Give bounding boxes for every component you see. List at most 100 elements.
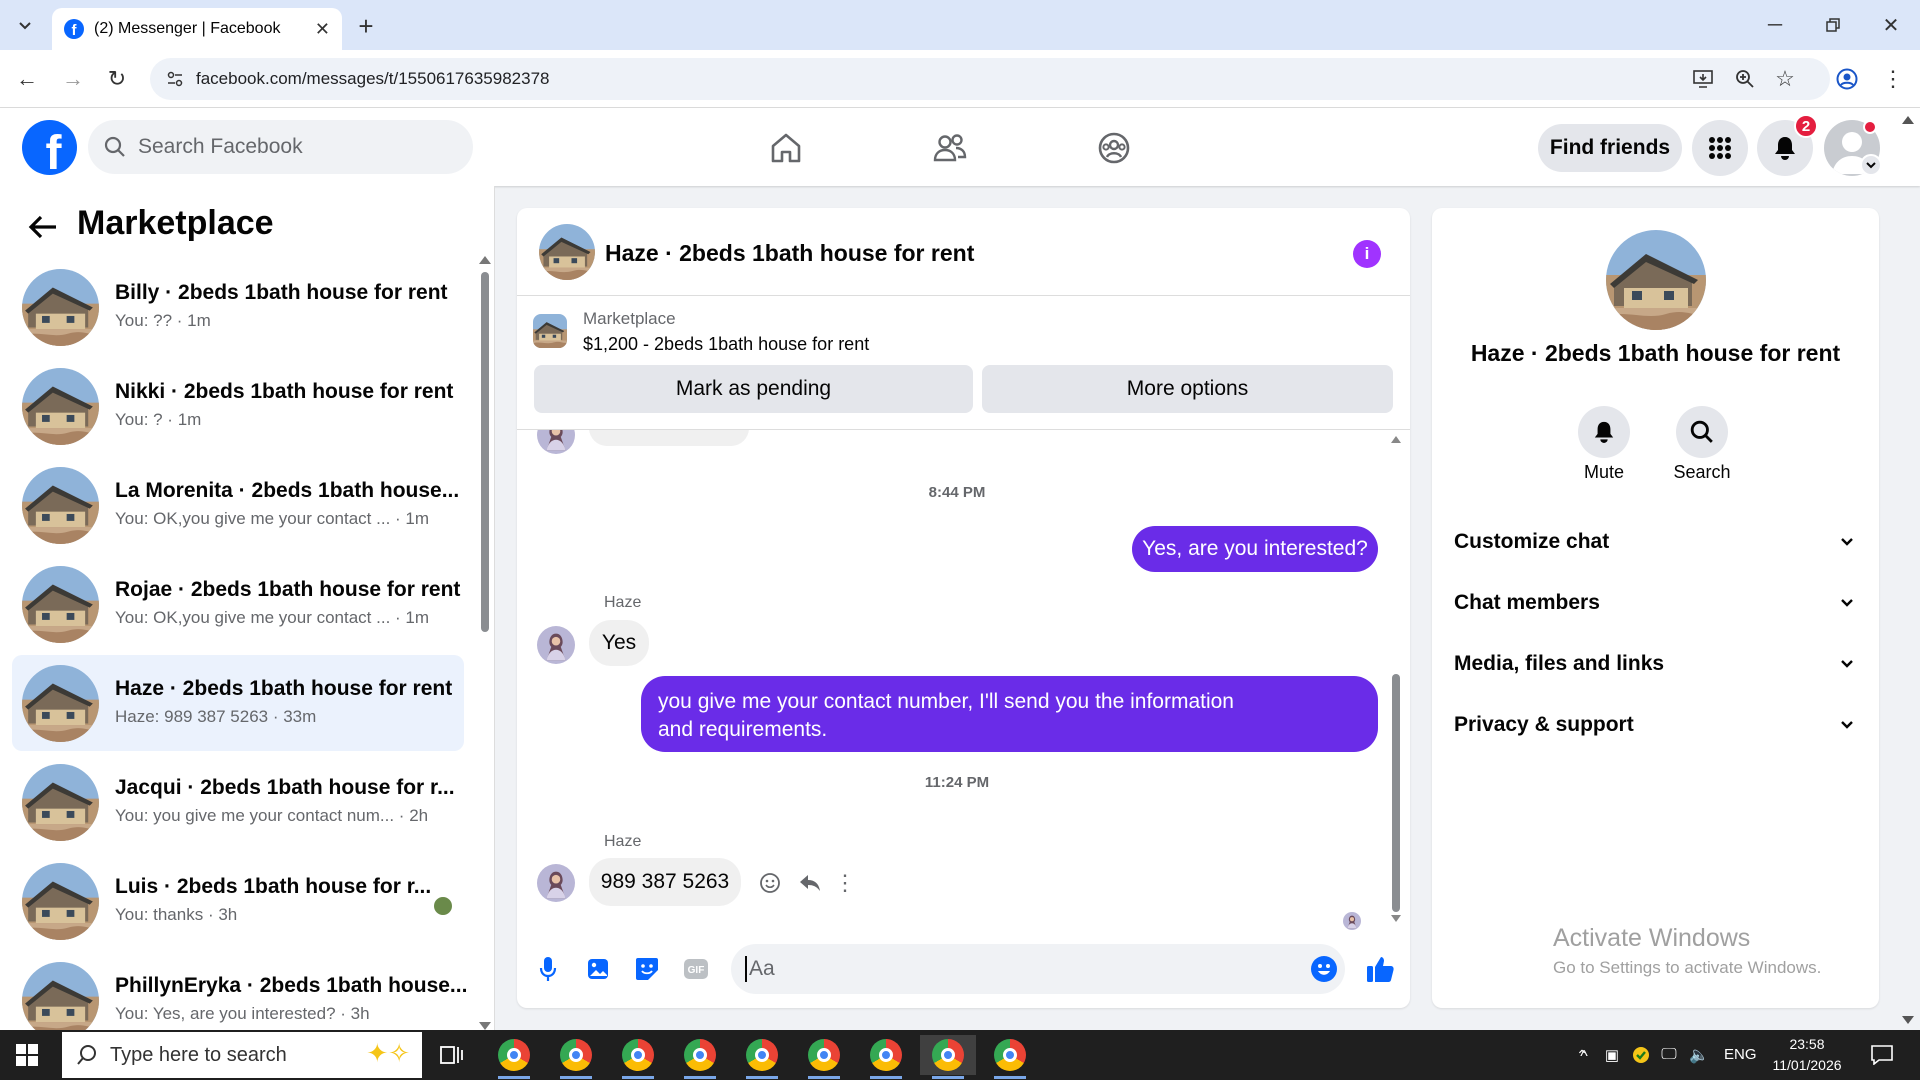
reload-icon[interactable]: ↻	[104, 66, 130, 92]
zoom-icon[interactable]	[1732, 66, 1758, 92]
conversation-item[interactable]: Nikki · 2beds 1bath house for rent You: ?…	[12, 358, 464, 454]
listing-title[interactable]: $1,200 - 2beds 1bath house for rent	[583, 334, 869, 355]
browser-tab[interactable]: f (2) Messenger | Facebook ✕	[52, 8, 342, 50]
account-chevron-icon[interactable]	[1860, 154, 1882, 176]
notification-center-icon[interactable]	[1868, 1042, 1896, 1068]
volume-icon[interactable]: 🔈	[1688, 1043, 1710, 1067]
listing-thumbnail[interactable]	[533, 314, 567, 348]
minimize-icon[interactable]: ─	[1760, 10, 1790, 40]
clock-date[interactable]: 11/01/2026	[1764, 1057, 1850, 1073]
windows-taskbar: Type here to search ✦✧ ⌃ ^ ▣ 🖵 🔈 ENG 23:…	[0, 1030, 1920, 1080]
attach-photo-icon[interactable]	[583, 954, 613, 984]
sidebar-scrollbar[interactable]	[479, 256, 491, 1030]
close-tab-icon[interactable]: ✕	[315, 19, 330, 40]
chat-header-avatar[interactable]	[539, 224, 595, 280]
microphone-icon[interactable]	[535, 954, 561, 984]
norton-status-icon[interactable]	[1630, 1043, 1652, 1067]
friends-icon[interactable]	[930, 128, 970, 168]
search-placeholder: Search Facebook	[138, 135, 303, 158]
chrome-app-icon[interactable]	[610, 1035, 666, 1079]
search-in-conversation-icon[interactable]	[1676, 406, 1728, 458]
facebook-logo-icon[interactable]: f	[22, 120, 77, 175]
task-view-icon[interactable]	[436, 1042, 466, 1068]
chrome-app-icon[interactable]	[548, 1035, 604, 1079]
chrome-app-icon[interactable]	[672, 1035, 728, 1079]
details-section[interactable]: Privacy & support	[1454, 713, 1854, 737]
profile-icon[interactable]	[1834, 66, 1860, 92]
more-options-button[interactable]: More options	[982, 365, 1393, 413]
clock-time[interactable]: 23:58	[1764, 1036, 1850, 1052]
details-section[interactable]: Media, files and links	[1454, 652, 1854, 676]
details-avatar[interactable]	[1606, 230, 1706, 330]
emoji-icon[interactable]	[1309, 954, 1339, 984]
like-thumbs-up-icon[interactable]	[1363, 952, 1397, 986]
conversation-item[interactable]: Luis · 2beds 1bath house for r... You: th…	[12, 853, 464, 949]
conversation-name: Rojae · 2beds 1bath house for rent	[115, 578, 461, 601]
conversation-preview: You: OK,you give me your contact ... · 1…	[115, 608, 430, 627]
message-composer-input[interactable]: Aa	[731, 944, 1345, 994]
conversation-item[interactable]: Jacqui · 2beds 1bath house for r... You: …	[12, 754, 464, 850]
marketplace-title: Marketplace	[77, 204, 274, 242]
thread-scrollbar[interactable]	[1389, 436, 1403, 922]
browser-menu-icon[interactable]: ⋮	[1880, 66, 1906, 92]
chat-title[interactable]: Haze · 2beds 1bath house for rent	[605, 240, 974, 267]
chrome-app-icon[interactable]	[982, 1035, 1038, 1079]
chrome-app-icon[interactable]	[796, 1035, 852, 1079]
menu-grid-icon[interactable]	[1692, 120, 1748, 176]
mark-as-pending-button[interactable]: Mark as pending	[534, 365, 973, 413]
conversation-item[interactable]: Haze · 2beds 1bath house for rent Haze: 9…	[12, 655, 464, 751]
sticker-icon[interactable]	[632, 954, 662, 984]
more-actions-icon[interactable]: ⋮	[834, 870, 856, 896]
chrome-app-icon[interactable]	[734, 1035, 790, 1079]
network-icon[interactable]: 🖵	[1658, 1043, 1680, 1067]
input-language[interactable]: ENG	[1724, 1046, 1757, 1063]
windows-start-icon[interactable]	[14, 1043, 40, 1067]
chrome-app-icon[interactable]	[486, 1035, 542, 1079]
conversation-info-icon[interactable]: i	[1353, 240, 1381, 268]
react-emoji-icon[interactable]	[757, 870, 783, 896]
meet-now-icon[interactable]: ▣	[1602, 1043, 1622, 1067]
message-thread[interactable]: 8:44 PM Yes, are you interested? Haze Ye…	[517, 430, 1397, 930]
page-scrollbar[interactable]	[1900, 112, 1916, 1028]
back-icon[interactable]: ←	[14, 66, 40, 92]
tab-search-chevron-icon[interactable]	[10, 10, 40, 40]
chevron-down-icon	[1840, 598, 1854, 608]
outgoing-message[interactable]: you give me your contact number, I'll se…	[641, 676, 1378, 752]
search-label[interactable]: Search	[1652, 462, 1752, 483]
forward-icon[interactable]: →	[60, 66, 86, 92]
conversation-item[interactable]: Rojae · 2beds 1bath house for rent You: O…	[12, 556, 464, 652]
url-field[interactable]: facebook.com/messages/t/1550617635982378	[150, 58, 1830, 100]
message-bubble-partial[interactable]	[589, 430, 749, 446]
incoming-message[interactable]: Yes	[589, 620, 649, 666]
install-app-icon[interactable]	[1690, 66, 1716, 92]
site-info-icon[interactable]	[166, 70, 184, 88]
sender-avatar[interactable]	[537, 864, 575, 902]
mute-label[interactable]: Mute	[1554, 462, 1654, 483]
chrome-app-icon[interactable]	[920, 1035, 976, 1079]
facebook-search-input[interactable]: Search Facebook	[88, 120, 473, 174]
find-friends-button[interactable]: Find friends	[1538, 124, 1682, 172]
conversation-item[interactable]: La Morenita · 2beds 1bath house... You: O…	[12, 457, 464, 553]
show-hidden-icons-icon[interactable]: ^	[1574, 1044, 1594, 1070]
bookmark-star-icon[interactable]: ☆	[1772, 66, 1798, 92]
reply-icon[interactable]	[797, 870, 823, 896]
details-section[interactable]: Customize chat	[1454, 530, 1854, 554]
new-tab-icon[interactable]: +	[352, 11, 380, 41]
back-arrow-icon[interactable]	[26, 210, 60, 244]
address-bar-row: ← → ↻ facebook.com/messages/t/1550617635…	[0, 50, 1920, 108]
outgoing-message[interactable]: Yes, are you interested?	[1132, 526, 1378, 572]
home-icon[interactable]	[766, 128, 806, 168]
details-section[interactable]: Chat members	[1454, 591, 1854, 615]
mute-bell-icon[interactable]	[1578, 406, 1630, 458]
restore-icon[interactable]	[1818, 10, 1848, 40]
conversation-item[interactable]: PhillynEryka · 2beds 1bath house... You: …	[12, 952, 467, 1030]
conversation-item[interactable]: Billy · 2beds 1bath house for rent You: ?…	[12, 259, 464, 355]
groups-icon[interactable]	[1094, 128, 1134, 168]
sender-avatar[interactable]	[537, 430, 575, 454]
close-window-icon[interactable]: ✕	[1876, 10, 1906, 40]
gif-icon[interactable]: GIF	[681, 954, 711, 984]
chrome-app-icon[interactable]	[858, 1035, 914, 1079]
sender-avatar[interactable]	[537, 626, 575, 664]
incoming-message[interactable]: 989 387 5263	[589, 858, 741, 906]
taskbar-search-input[interactable]: Type here to search ✦✧	[62, 1032, 422, 1078]
